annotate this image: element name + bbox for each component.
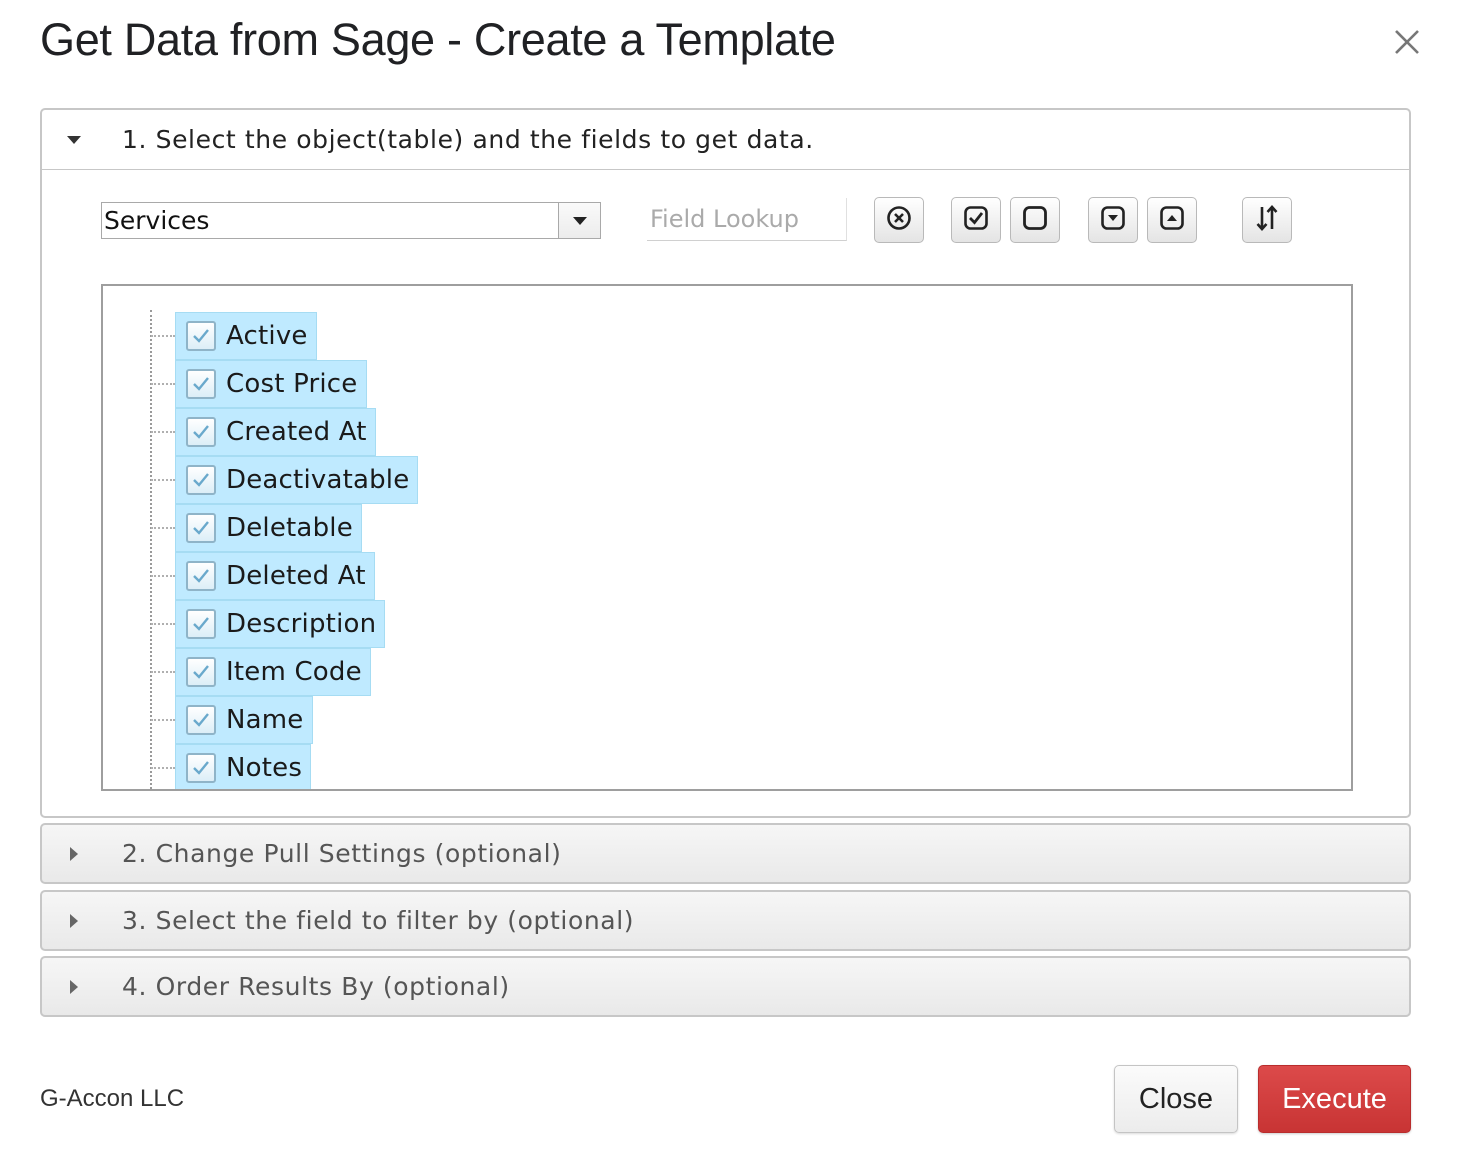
field-label: Notes [226, 753, 303, 783]
field-lookup-input[interactable] [647, 198, 847, 241]
caret-right-icon [64, 979, 84, 995]
checkbox-checked-icon[interactable] [186, 513, 216, 543]
dialog-title: Get Data from Sage - Create a Template [40, 14, 836, 65]
collapse-all-button[interactable] [1147, 197, 1197, 243]
company-name: G-Accon LLC [40, 1085, 185, 1112]
section-label: 1. Select the object(table) and the fiel… [122, 125, 814, 154]
section-header-pull-settings[interactable]: 2. Change Pull Settings (optional) [42, 825, 1409, 882]
section-filter-field[interactable]: 3. Select the field to filter by (option… [40, 890, 1411, 951]
checkbox-checked-icon[interactable] [186, 465, 216, 495]
expand-icon [1100, 205, 1126, 235]
tree-node[interactable]: Deletable [175, 504, 362, 552]
field-label: Created At [226, 417, 367, 447]
checkbox-checked-icon[interactable] [186, 369, 216, 399]
field-label: Cost Price [226, 369, 358, 399]
caret-right-icon [64, 846, 84, 862]
sort-icon [1254, 204, 1280, 236]
object-select-value: Services [104, 206, 210, 235]
close-button[interactable]: Close [1114, 1065, 1238, 1133]
tree-node[interactable]: Description [175, 600, 386, 648]
list-item: Notes [151, 744, 312, 789]
field-label: Deactivatable [226, 465, 410, 495]
section-header-order-results[interactable]: 4. Order Results By (optional) [42, 958, 1409, 1015]
field-label: Deletable [226, 513, 353, 543]
list-item: Deletable [151, 504, 362, 552]
list-item: Deactivatable [151, 456, 419, 504]
list-item: Cost Price [151, 360, 367, 408]
uncheck-all-icon [1022, 205, 1048, 235]
close-icon[interactable] [1390, 25, 1424, 59]
section-label: 4. Order Results By (optional) [122, 972, 510, 1001]
tree-node[interactable]: Created At [175, 408, 376, 456]
checkbox-checked-icon[interactable] [186, 561, 216, 591]
list-item: Item Code [151, 648, 371, 696]
section-select-object: 1. Select the object(table) and the fiel… [40, 108, 1411, 818]
list-item: Name [151, 696, 313, 744]
tree-node[interactable]: Deleted At [175, 552, 375, 600]
section-order-results[interactable]: 4. Order Results By (optional) [40, 956, 1411, 1017]
check-all-button[interactable] [951, 197, 1001, 243]
checkbox-checked-icon[interactable] [186, 417, 216, 447]
clear-icon [886, 205, 912, 235]
list-item: Description [151, 600, 386, 648]
list-item: Created At [151, 408, 376, 456]
field-label: Description [226, 609, 377, 639]
list-item: Deleted At [151, 552, 375, 600]
chevron-down-icon[interactable] [558, 203, 600, 238]
tree-node[interactable]: Active [175, 312, 317, 360]
expand-all-button[interactable] [1088, 197, 1138, 243]
checkbox-checked-icon[interactable] [186, 705, 216, 735]
object-select[interactable]: Services [101, 202, 601, 239]
caret-down-icon [64, 135, 84, 145]
section-label: 3. Select the field to filter by (option… [122, 906, 635, 935]
tree-node[interactable]: Cost Price [175, 360, 367, 408]
field-label: Item Code [226, 657, 362, 687]
field-label: Deleted At [226, 561, 366, 591]
clear-button[interactable] [874, 197, 924, 243]
field-label: Active [226, 321, 308, 351]
field-label: Name [226, 705, 304, 735]
section-pull-settings[interactable]: 2. Change Pull Settings (optional) [40, 823, 1411, 884]
caret-right-icon [64, 913, 84, 929]
checkbox-checked-icon[interactable] [186, 657, 216, 687]
checkbox-checked-icon[interactable] [186, 609, 216, 639]
tree-node[interactable]: Deactivatable [175, 456, 419, 504]
checkbox-checked-icon[interactable] [186, 321, 216, 351]
section-header-filter-field[interactable]: 3. Select the field to filter by (option… [42, 892, 1409, 949]
field-tree[interactable]: Active Cost Price Created At Deactivatab… [101, 284, 1353, 791]
uncheck-all-button[interactable] [1010, 197, 1060, 243]
collapse-icon [1159, 205, 1185, 235]
section-label: 2. Change Pull Settings (optional) [122, 839, 562, 868]
tree-node[interactable]: Name [175, 696, 313, 744]
sort-button[interactable] [1242, 197, 1292, 243]
tree-node[interactable]: Notes [175, 744, 312, 789]
section-header-select-object[interactable]: 1. Select the object(table) and the fiel… [42, 110, 1409, 170]
check-all-icon [963, 205, 989, 235]
execute-button[interactable]: Execute [1258, 1065, 1411, 1133]
checkbox-checked-icon[interactable] [186, 753, 216, 783]
list-item: Active [151, 312, 317, 360]
tree-node[interactable]: Item Code [175, 648, 371, 696]
